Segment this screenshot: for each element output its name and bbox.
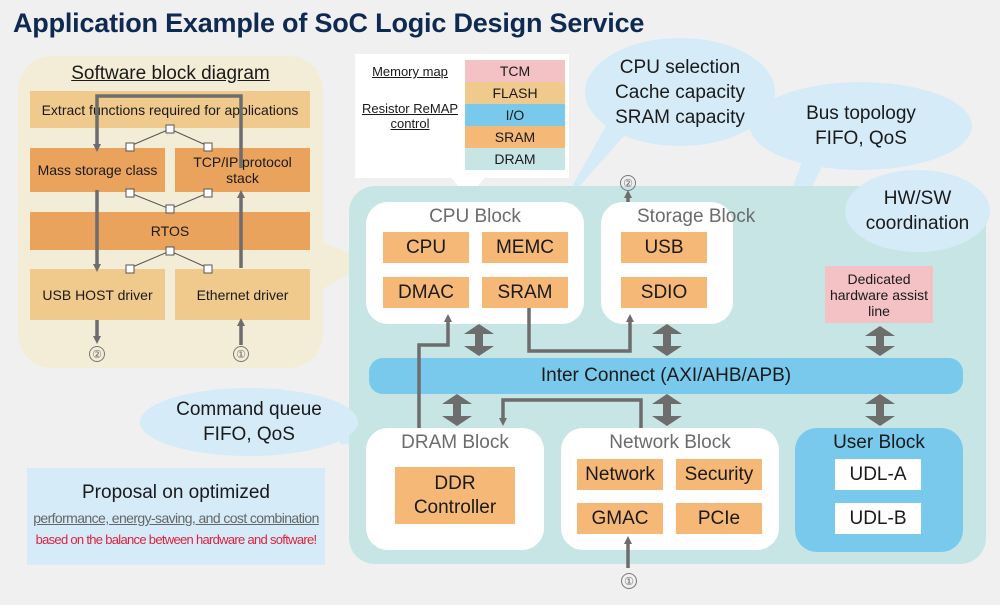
sw-node	[203, 264, 213, 274]
sw-node	[165, 124, 175, 134]
sw-node	[165, 246, 175, 256]
connector-overlay	[93, 94, 895, 568]
cpu-bus-double-arrow	[464, 324, 494, 356]
user-bus-double-arrow	[865, 394, 895, 426]
sw-node	[125, 188, 135, 198]
dram-bus-double-arrow	[442, 394, 472, 426]
network-to-dram-arrow	[499, 398, 643, 428]
sw-node	[165, 204, 175, 214]
dedicated-bus-double-arrow	[865, 326, 895, 356]
sw-node	[125, 264, 135, 274]
storage-bus-double-arrow	[652, 324, 682, 356]
dram-to-cpu-arrow	[417, 314, 452, 428]
sram-to-sdio-arrow	[527, 308, 634, 353]
network-bus-double-arrow	[652, 394, 682, 426]
sw-node	[203, 188, 213, 198]
sw-node	[203, 142, 213, 152]
sw-node	[125, 142, 135, 152]
